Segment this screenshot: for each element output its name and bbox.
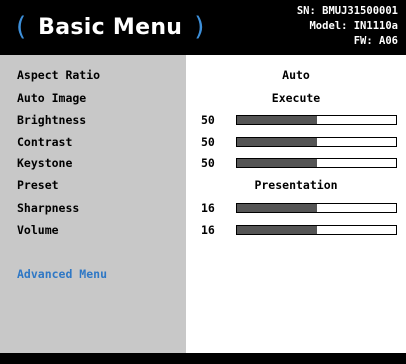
slider-value: 16 [201,223,215,237]
menu-label: Preset [17,178,59,192]
menu-row-preset[interactable]: Preset Presentation [0,174,406,196]
device-info: SN: BMUJ31500001 Model: IN1110a FW: A06 [297,4,398,49]
volume-slider[interactable] [236,225,397,235]
menu-row-aspect-ratio[interactable]: Aspect Ratio Auto [0,64,406,86]
slider-fill [237,159,317,167]
menu-value[interactable]: Execute [186,87,406,109]
menu-label: Brightness [17,113,87,127]
title-paren-close: ) [194,12,205,42]
slider-fill [237,116,317,124]
menu-row-brightness[interactable]: Brightness 50 [0,109,406,131]
keystone-slider[interactable] [236,158,397,168]
sharpness-slider[interactable] [236,203,397,213]
menu-value[interactable]: Presentation [186,174,406,196]
menu-row-contrast[interactable]: Contrast 50 [0,131,406,153]
title-text: Basic Menu [38,14,183,40]
menu-label: Keystone [17,156,73,170]
menu-header: ( Basic Menu ) SN: BMUJ31500001 Model: I… [0,0,406,55]
bottom-bar [0,353,406,364]
menu-row-sharpness[interactable]: Sharpness 16 [0,197,406,219]
firmware-version: FW: A06 [353,35,398,47]
menu-value[interactable]: Auto [186,64,406,86]
menu-title: ( Basic Menu ) [16,10,204,44]
menu-label: Auto Image [17,91,87,105]
menu-row-volume[interactable]: Volume 16 [0,219,406,241]
advanced-menu-link[interactable]: Advanced Menu [17,264,107,284]
menu-row-auto-image[interactable]: Auto Image Execute [0,87,406,109]
slider-value: 50 [201,156,215,170]
slider-fill [237,138,317,146]
menu-label: Sharpness [17,201,80,215]
menu-row-keystone[interactable]: Keystone 50 [0,152,406,174]
osd-menu: ( Basic Menu ) SN: BMUJ31500001 Model: I… [0,0,406,364]
slider-fill [237,226,317,234]
slider-value: 16 [201,201,215,215]
brightness-slider[interactable] [236,115,397,125]
contrast-slider[interactable] [236,137,397,147]
title-paren-open: ( [16,12,27,42]
menu-label: Contrast [17,135,73,149]
menu-label: Aspect Ratio [17,68,101,82]
menu-label: Volume [17,223,59,237]
slider-fill [237,204,317,212]
slider-value: 50 [201,135,215,149]
model-name: Model: IN1110a [309,20,398,32]
slider-value: 50 [201,113,215,127]
serial-number: SN: BMUJ31500001 [296,5,398,17]
